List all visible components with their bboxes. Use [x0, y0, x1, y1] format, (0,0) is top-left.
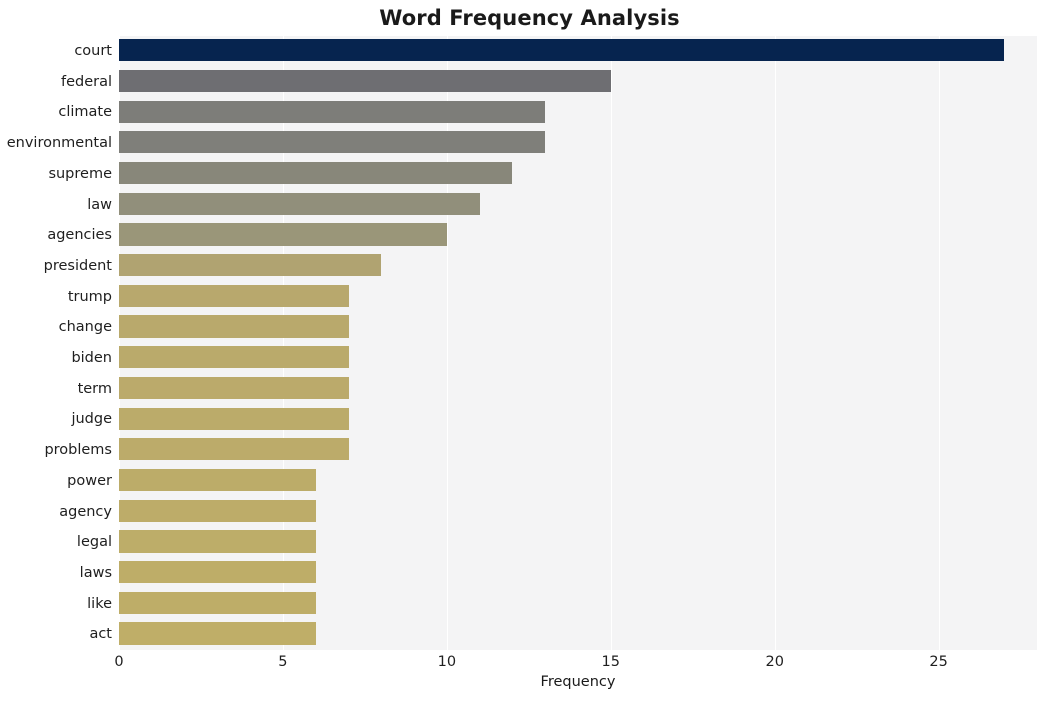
chart-figure: Word Frequency Analysis court federal clim…	[0, 0, 1059, 701]
bar-row	[119, 558, 1037, 589]
bar-problems	[119, 438, 349, 461]
x-tick-label-5: 5	[278, 654, 288, 670]
y-tick-label-term: term	[77, 380, 112, 397]
x-axis-tick-labels: 0 5 10 15 20 25	[0, 651, 1059, 675]
y-tick-label-law: law	[87, 196, 112, 213]
y-tick-label-climate: climate	[58, 104, 112, 121]
bar-row	[119, 282, 1037, 313]
y-tick-label-agency: agency	[59, 503, 112, 520]
x-tick-label-10: 10	[437, 654, 457, 670]
y-tick-label-change: change	[58, 319, 112, 336]
bar-row	[119, 67, 1037, 98]
bar-term	[119, 376, 349, 400]
plot-area	[119, 36, 1037, 650]
y-tick-label-federal: federal	[60, 73, 112, 90]
bar-row	[119, 589, 1037, 620]
bar-judge	[119, 407, 349, 430]
bar-power	[119, 468, 316, 492]
bar-agencies	[119, 223, 447, 246]
bar-row	[119, 497, 1037, 528]
bar-change	[119, 315, 349, 338]
bar-federal	[119, 69, 611, 93]
y-tick-label-biden: biden	[71, 350, 112, 366]
bar-trump	[119, 284, 349, 307]
bar-court	[119, 39, 1005, 62]
bar-row	[119, 220, 1037, 251]
bar-row	[119, 343, 1037, 374]
x-tick-label-0: 0	[114, 654, 124, 670]
bar-row	[119, 251, 1037, 282]
bar-biden	[119, 346, 349, 369]
bar-president	[119, 254, 382, 277]
y-tick-label-legal: legal	[76, 534, 112, 551]
bar-legal	[119, 530, 316, 553]
bar-row	[119, 619, 1037, 650]
bar-row	[119, 128, 1037, 159]
bar-law	[119, 192, 480, 215]
bar-supreme	[119, 161, 513, 185]
y-tick-label-like: like	[87, 595, 112, 612]
x-tick-label-20: 20	[765, 654, 784, 670]
bar-row	[119, 159, 1037, 190]
bar-climate	[119, 100, 546, 123]
y-tick-label-court: court	[74, 43, 112, 59]
bar-row	[119, 466, 1037, 497]
y-tick-label-environmental: environmental	[6, 135, 112, 152]
chart-title: Word Frequency Analysis	[379, 6, 680, 30]
bar-row	[119, 404, 1037, 435]
x-tick-label-15: 15	[601, 654, 621, 670]
y-tick-label-problems: problems	[44, 442, 112, 459]
bar-act	[119, 622, 316, 645]
y-tick-label-trump: trump	[67, 288, 112, 305]
bar-environmental	[119, 131, 546, 154]
bars-layer	[119, 36, 1037, 650]
y-tick-label-supreme: supreme	[48, 165, 112, 182]
bar-row	[119, 435, 1037, 466]
y-tick-label-agencies: agencies	[47, 227, 112, 244]
y-tick-label-act: act	[89, 626, 112, 643]
bar-laws	[119, 561, 316, 584]
bar-row	[119, 374, 1037, 405]
bar-row	[119, 312, 1037, 343]
y-tick-label-president: president	[43, 257, 112, 274]
y-axis-tick-labels: court federal climate environmental supreme l…	[0, 36, 112, 650]
y-tick-label-power: power	[67, 472, 112, 489]
bar-like	[119, 591, 316, 614]
bar-row	[119, 190, 1037, 221]
x-axis-title: Frequency	[540, 674, 616, 690]
bar-row	[119, 36, 1037, 67]
bar-row	[119, 97, 1037, 128]
x-tick-label-25: 25	[929, 654, 948, 670]
y-tick-label-laws: laws	[79, 564, 112, 581]
bar-row	[119, 527, 1037, 558]
bar-agency	[119, 499, 316, 522]
y-tick-label-judge: judge	[71, 411, 112, 428]
